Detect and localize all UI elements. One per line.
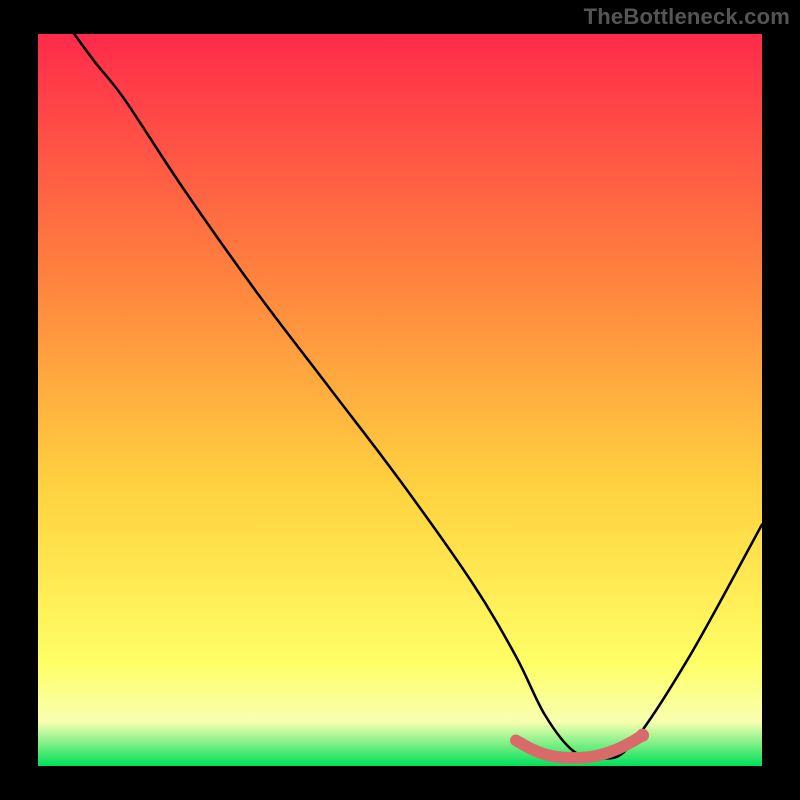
chart-container: TheBottleneck.com — [0, 0, 800, 800]
optimal-band-end-dot — [636, 729, 649, 742]
gradient-background — [38, 34, 762, 766]
plot-area — [38, 34, 762, 766]
watermark: TheBottleneck.com — [584, 4, 790, 30]
